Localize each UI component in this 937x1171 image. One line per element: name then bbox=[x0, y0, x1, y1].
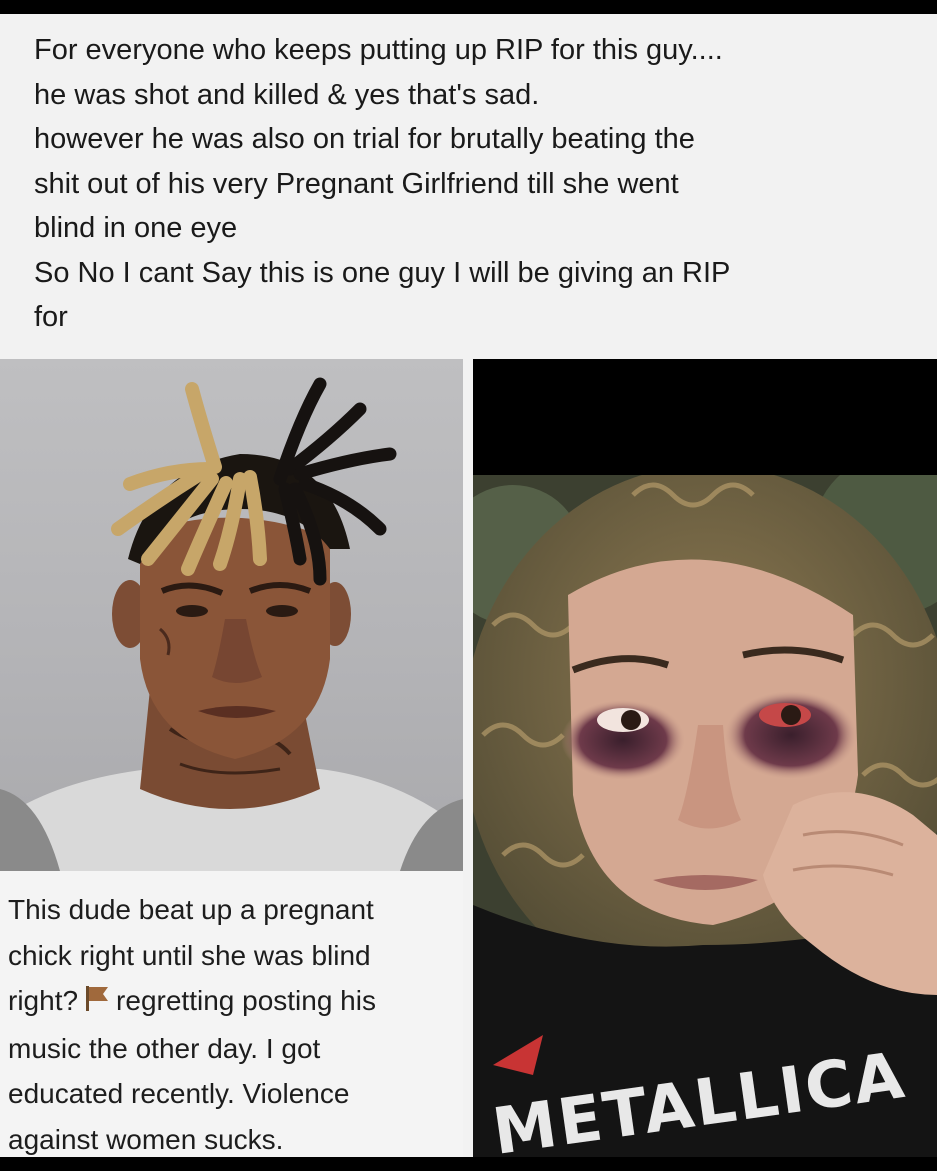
caption-line-3-end: regretting posting his bbox=[116, 985, 376, 1016]
caption-block: This dude beat up a pregnant chick right… bbox=[0, 871, 463, 1157]
top-border bbox=[0, 0, 937, 14]
post-line-4: shit out of his very Pregnant Girlfriend… bbox=[34, 167, 679, 200]
post-text-block: For everyone who keeps putting up RIP fo… bbox=[0, 14, 937, 355]
mugshot-illustration bbox=[0, 377, 463, 871]
image-collage: This dude beat up a pregnant chick right… bbox=[0, 355, 937, 1157]
bruised-face-photo: METALLICA bbox=[473, 475, 937, 1157]
caption-line-1: This dude beat up a pregnant bbox=[8, 894, 374, 925]
post-line-3: however he was also on trial for brutall… bbox=[34, 123, 695, 155]
caption-line-2: chick right until she was blind bbox=[8, 939, 371, 971]
caption-line-5: educated recently. Violence bbox=[8, 1078, 350, 1109]
post-line-5: blind in one eye bbox=[34, 212, 238, 244]
post-line-1: For everyone who keeps putting up RIP fo… bbox=[34, 34, 723, 66]
post-line-2: he was shot and killed & yes that's sad. bbox=[34, 78, 540, 111]
bruised-face-panel: METALLICA bbox=[473, 359, 937, 1157]
caption-line-4: music the other day. I got bbox=[8, 1032, 321, 1064]
caption-line-3: right? regretting posting his bbox=[8, 978, 455, 1026]
post-line-6: So No I cant Say this is one guy I will … bbox=[34, 256, 731, 289]
flag-emoji-icon bbox=[84, 980, 110, 1026]
mugshot-photo bbox=[0, 359, 463, 871]
bruised-face-illustration: METALLICA bbox=[473, 475, 937, 1157]
bottom-border bbox=[0, 1157, 937, 1171]
caption-line-6: against women sucks. bbox=[8, 1123, 284, 1155]
post-line-7: for bbox=[34, 301, 68, 333]
caption-line-3-start: right? bbox=[8, 985, 79, 1016]
